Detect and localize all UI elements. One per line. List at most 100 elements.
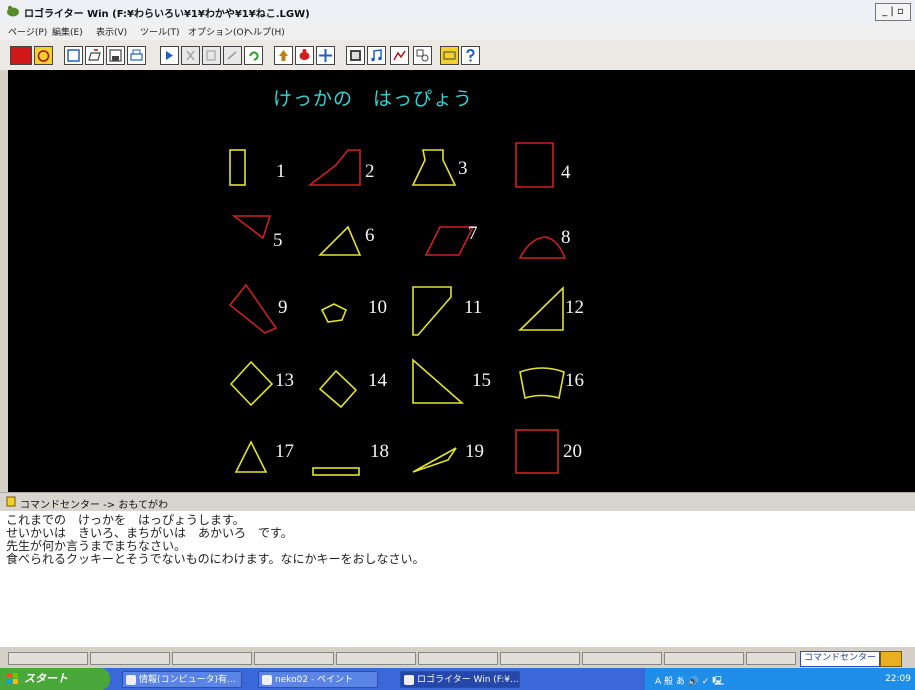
windows-flag-icon [7, 673, 18, 684]
move-icon[interactable] [316, 46, 335, 65]
drawing-canvas[interactable]: けっかの はっぴょう 1 2 3 4 5 6 7 8 9 10 11 12 13… [8, 70, 915, 492]
shape-15-right-triangle [412, 358, 465, 404]
command-center-console[interactable]: これまでの けっかを はっぴょうします。 せいかいは きいろ、まちがいは あかい… [0, 511, 915, 647]
turtle-up-icon[interactable] [274, 46, 293, 65]
shape-11-pentagon [412, 286, 452, 336]
shape-19-thin-triangle [412, 447, 457, 473]
status-segment [172, 652, 252, 665]
turtle-icon[interactable] [295, 46, 314, 65]
print-icon[interactable] [127, 46, 146, 65]
command-center-status[interactable]: コマンドセンター [800, 651, 880, 667]
cut-icon[interactable] [181, 46, 200, 65]
window-controls[interactable]: _ | ▫ [875, 3, 911, 21]
shape-3-flask [411, 149, 457, 186]
shape-label: 12 [565, 297, 584, 318]
task-label: neko02 - ペイント [275, 675, 354, 685]
command-center-title: コマンドセンター -> おもてがわ [20, 500, 168, 511]
shape-label: 3 [458, 158, 468, 179]
title-bar: ロゴライター Win (F:¥わらいろい¥1¥わかや¥1¥ねこ.LGW) _ |… [0, 0, 915, 22]
menu-page[interactable]: ページ(P) [8, 25, 47, 38]
shape-10-pentagon [320, 303, 348, 323]
task-button-info[interactable]: 情報(コンピュータ)有... [122, 671, 242, 688]
shapes-layer [228, 142, 567, 476]
menu-help[interactable]: ヘルプ(H) [244, 25, 285, 38]
menu-edit[interactable]: 編集(E) [52, 25, 83, 38]
status-segment [418, 652, 498, 665]
shape-18-bar [312, 467, 360, 476]
status-segment [8, 652, 88, 665]
shape-label: 6 [365, 225, 375, 246]
shape-label: 4 [561, 162, 571, 183]
save-icon[interactable] [106, 46, 125, 65]
turtle-status-icon[interactable] [880, 651, 902, 667]
command-center-icon [6, 496, 16, 507]
undo-icon[interactable] [244, 46, 263, 65]
task-label: 情報(コンピュータ)有... [139, 675, 236, 685]
clock: 22:09 [885, 674, 911, 684]
shape-label: 14 [368, 370, 387, 391]
shape-8-dome [518, 236, 567, 259]
shape-label: 17 [275, 441, 294, 462]
shape-label: 8 [561, 227, 571, 248]
ime-indicator[interactable]: A 般 あ 🔊 ✓ 🖳 [655, 674, 724, 690]
shape-13-square-rotated [229, 360, 274, 407]
new-page-icon[interactable] [64, 46, 83, 65]
toolbar [0, 40, 915, 70]
shape-label: 16 [565, 370, 584, 391]
paste-icon[interactable] [223, 46, 242, 65]
shape-7-parallelogram [424, 226, 475, 256]
hand-icon[interactable] [34, 46, 53, 65]
shape-16-curved-quad [519, 367, 565, 400]
shape-label: 7 [468, 223, 478, 244]
shape-12-triangle [518, 286, 564, 331]
status-segment [254, 652, 334, 665]
status-bar: コマンドセンター [0, 650, 915, 668]
shape-1-rectangle [229, 149, 246, 186]
shape-17-triangle [234, 440, 268, 473]
music-icon[interactable] [367, 46, 386, 65]
status-segment [664, 652, 744, 665]
shape-2-quadrilateral [307, 149, 361, 186]
status-segment [582, 652, 662, 665]
help-icon[interactable] [461, 46, 480, 65]
shape-label: 11 [464, 297, 483, 318]
window-title: ロゴライター Win (F:¥わらいろい¥1¥わかや¥1¥ねこ.LGW) [24, 9, 310, 20]
shape-label: 18 [370, 441, 389, 462]
shape-label: 1 [276, 161, 286, 182]
open-icon[interactable] [85, 46, 104, 65]
status-segment [90, 652, 170, 665]
menu-options[interactable]: オプション(O) [188, 25, 247, 38]
task-button-logowriter[interactable]: ロゴライター Win (F:¥... [400, 671, 520, 688]
grid-icon[interactable] [346, 46, 365, 65]
shape-20-square [515, 429, 559, 474]
shape-label: 5 [273, 230, 283, 251]
task-button-paint[interactable]: neko02 - ペイント [258, 671, 378, 688]
command-center-header: コマンドセンター -> おもてがわ [0, 492, 915, 511]
shape-label: 9 [278, 297, 288, 318]
shape-6-triangle [318, 225, 362, 256]
console-line: 食べられるクッキーとそうでないものにわけます。なにかキーをおしなさい。 [6, 552, 425, 566]
menu-tools[interactable]: ツール(T) [140, 25, 180, 38]
shape-9-quadrilateral [228, 283, 278, 334]
status-segment [336, 652, 416, 665]
shape-label: 19 [465, 441, 484, 462]
task-label: ロゴライター Win (F:¥... [417, 675, 519, 685]
play-icon[interactable] [160, 46, 179, 65]
shape-label: 2 [365, 161, 375, 182]
shape-label: 10 [368, 297, 387, 318]
shape-4-square [515, 142, 554, 188]
shapes-icon[interactable] [413, 46, 432, 65]
menu-bar: ページ(P) 編集(E) 表示(V) ツール(T) オプション(O) ヘルプ(H… [0, 22, 915, 40]
shape-label: 15 [472, 370, 491, 391]
menu-view[interactable]: 表示(V) [96, 25, 127, 38]
picture-icon[interactable] [390, 46, 409, 65]
stop-icon[interactable] [10, 46, 32, 65]
taskbar: スタート 情報(コンピュータ)有... neko02 - ペイント ロゴライター… [0, 668, 915, 690]
status-segment [746, 652, 796, 665]
copy-icon[interactable] [202, 46, 221, 65]
counter-icon[interactable] [440, 46, 459, 65]
shape-label: 13 [275, 370, 294, 391]
shape-14-rectangle-rotated [318, 369, 358, 409]
app-icon [7, 5, 19, 17]
status-segment [500, 652, 580, 665]
